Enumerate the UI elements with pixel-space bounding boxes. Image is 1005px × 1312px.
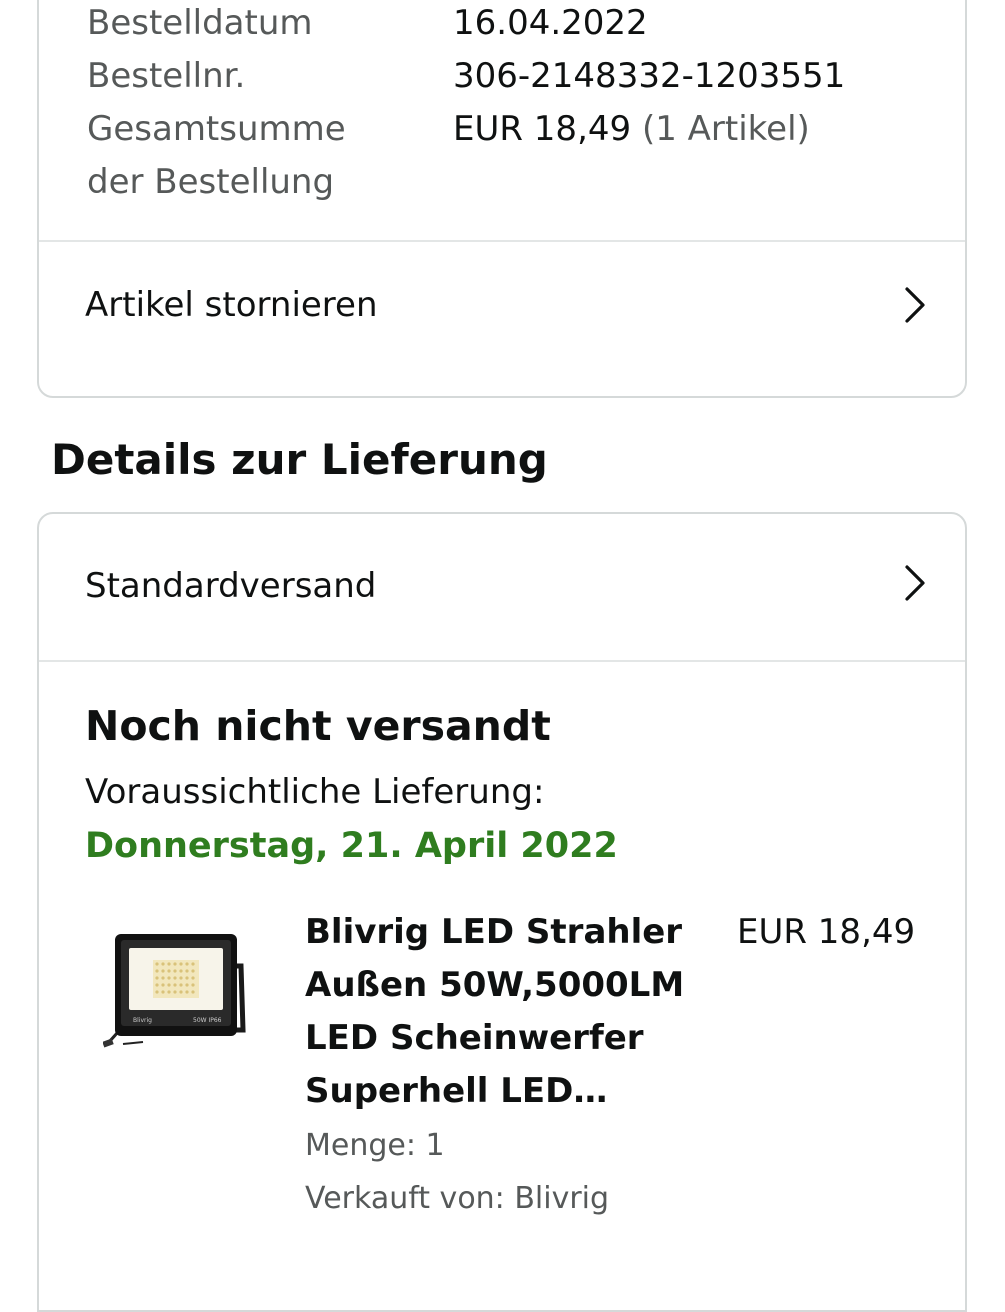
- product-title-link[interactable]: Blivrig LED Strahler Außen 50W,5000LM LE…: [305, 906, 715, 1118]
- order-total-value: EUR 18,49: [453, 109, 632, 149]
- product-seller: Verkauft von: Blivrig: [305, 1181, 610, 1216]
- delivery-card: Standardversand Noch nicht versandt Vora…: [37, 512, 967, 1312]
- shipping-method-label: Standardversand: [85, 566, 377, 606]
- order-date-value: 16.04.2022: [453, 3, 648, 43]
- divider: [39, 660, 965, 662]
- order-number-value: 306-2148332-1203551: [453, 56, 846, 96]
- chevron-right-icon: [905, 287, 925, 323]
- floodlight-product-image[interactable]: Blivrig 50W IP66: [103, 926, 253, 1056]
- cancel-items-button[interactable]: Artikel stornieren: [39, 242, 965, 378]
- order-date-label: Bestelldatum: [87, 3, 313, 43]
- order-total-value-group: EUR 18,49 (1 Artikel): [453, 103, 810, 155]
- delivery-estimate-label: Voraussichtliche Lieferung:: [85, 772, 545, 812]
- shipment-status: Noch nicht versandt: [85, 702, 551, 750]
- order-number-label: Bestellnr.: [87, 56, 246, 96]
- order-total-label-line1: Gesamtsumme: [87, 109, 346, 149]
- order-summary-card: Bestelldatum 16.04.2022 Bestellnr. 306-2…: [37, 0, 967, 398]
- product-price: EUR 18,49: [737, 912, 916, 952]
- product-quantity: Menge: 1: [305, 1128, 445, 1163]
- delivery-estimate-date: Donnerstag, 21. April 2022: [85, 826, 618, 866]
- delivery-section-title: Details zur Lieferung: [51, 435, 548, 484]
- cancel-items-label: Artikel stornieren: [85, 285, 378, 325]
- order-total-label-line2: der Bestellung: [87, 162, 335, 202]
- product-image-spec: 50W IP66: [193, 1017, 222, 1024]
- shipping-method-button[interactable]: Standardversand: [39, 514, 965, 660]
- product-image-brand: Blivrig: [133, 1017, 152, 1024]
- chevron-right-icon: [905, 565, 925, 601]
- order-item-count: (1 Artikel): [641, 109, 810, 149]
